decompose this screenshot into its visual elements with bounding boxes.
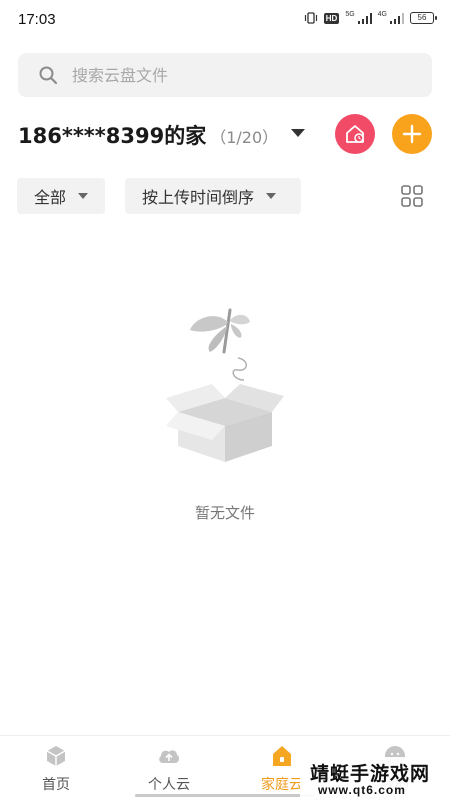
family-home-button[interactable]: [335, 114, 375, 154]
status-time: 17:03: [18, 11, 56, 28]
search-bar[interactable]: [18, 53, 432, 97]
empty-state-message: 暂无文件: [194, 504, 255, 522]
grid-icon[interactable]: [400, 184, 424, 208]
hd-badge: HD: [323, 12, 340, 24]
tab-personal-cloud[interactable]: 个人云: [124, 744, 214, 794]
signal-2-icon: [390, 12, 404, 24]
signal-2-label: 4G: [377, 11, 387, 18]
caret-down-icon: [266, 193, 277, 199]
vibrate-icon: [304, 12, 317, 24]
empty-box-illustration: [166, 308, 284, 462]
chevron-down-icon[interactable]: [290, 128, 306, 138]
family-header: 186****8399的家 （1/20）: [18, 114, 432, 154]
tab-personal-cloud-label: 个人云: [148, 777, 190, 793]
watermark-url: www.qt6.com: [318, 783, 406, 797]
type-filter-label: 全部: [34, 188, 67, 207]
battery-icon: 56: [410, 12, 437, 24]
status-bar: 17:03 HD 5G 4G 56: [0, 0, 450, 42]
home-indicator: [135, 794, 315, 797]
plus-icon: [402, 124, 422, 144]
watermark: 靖蜓手游戏网 www.qt6.com: [300, 757, 450, 800]
signal-1-icon: [357, 12, 372, 24]
cube-icon: [46, 746, 66, 766]
house-settings-icon: [346, 125, 364, 143]
sort-label: 按上传时间倒序: [142, 188, 255, 207]
search-icon: [39, 66, 58, 85]
cloud-upload-icon: [159, 750, 180, 763]
caret-down-icon: [78, 193, 89, 199]
box-icon: [166, 384, 284, 462]
tab-home[interactable]: 首页: [11, 744, 101, 794]
search-input[interactable]: [72, 65, 392, 85]
tab-home-label: 首页: [42, 777, 70, 793]
family-name: 186****8399的家: [18, 124, 207, 148]
type-filter-dropdown[interactable]: 全部: [17, 178, 105, 214]
dragonfly-icon: [190, 308, 250, 381]
family-selector[interactable]: 186****8399的家 （1/20）: [18, 120, 278, 150]
family-member-count: （1/20）: [210, 128, 279, 147]
house-icon: [273, 746, 291, 766]
signal-1-label: 5G: [345, 11, 355, 18]
tab-family-cloud-label: 家庭云: [261, 777, 303, 793]
sort-dropdown[interactable]: 按上传时间倒序: [125, 178, 301, 214]
status-icons: HD 5G 4G 56: [304, 11, 437, 24]
add-button[interactable]: [392, 114, 432, 154]
watermark-title: 靖蜓手游戏网: [310, 763, 431, 785]
